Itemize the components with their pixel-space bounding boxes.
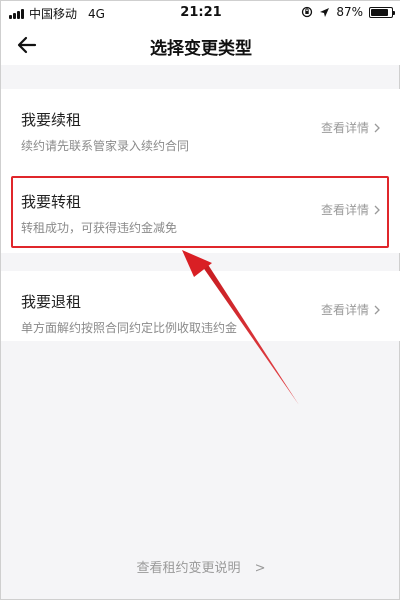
battery-percent: 87% [336,5,363,19]
option-title: 我要退租 [21,293,82,311]
view-details-label: 查看详情 [320,203,369,217]
chevron-right-icon [374,123,380,132]
chevron-right-icon [374,305,380,314]
battery-fill [371,8,389,16]
option-title: 我要转租 [21,193,82,211]
view-details-link[interactable]: 查看详情 [321,119,381,136]
option-renew[interactable]: 我要续租 续约请先联系管家录入续约合同 查看详情 [1,89,400,171]
view-details-label: 查看详情 [320,303,369,317]
phone-screen: 中国移动 4G 21:21 87% 选择变更类型 我要续租 续约请先联系管家录入… [0,0,400,600]
nav-bar: 选择变更类型 [1,25,400,65]
option-desc: 单方面解约按照合同约定比例收取违约金 [21,321,238,335]
lease-change-info-link[interactable]: 查看租约变更说明 > [1,557,400,576]
footer-chevron: > [254,561,266,576]
footer-link-label: 查看租约变更说明 [136,561,241,576]
chevron-right-icon [374,205,380,214]
status-bar: 中国移动 4G 21:21 87% [1,1,400,25]
view-details-label: 查看详情 [320,121,369,135]
rotation-lock-icon [302,6,313,18]
battery-icon [369,6,395,18]
option-title: 我要续租 [21,111,82,129]
view-details-link[interactable]: 查看详情 [321,201,381,218]
location-arrow-icon [320,7,330,17]
option-desc: 续约请先联系管家录入续约合同 [21,139,190,153]
page-title: 选择变更类型 [150,39,252,59]
status-right: 87% [301,5,395,19]
option-sublet[interactable]: 我要转租 转租成功，可获得违约金减免 查看详情 [1,171,400,253]
option-desc: 转租成功，可获得违约金减免 [21,221,178,235]
view-details-link[interactable]: 查看详情 [321,301,381,318]
option-terminate[interactable]: 我要退租 单方面解约按照合同约定比例收取违约金 查看详情 [1,271,400,341]
